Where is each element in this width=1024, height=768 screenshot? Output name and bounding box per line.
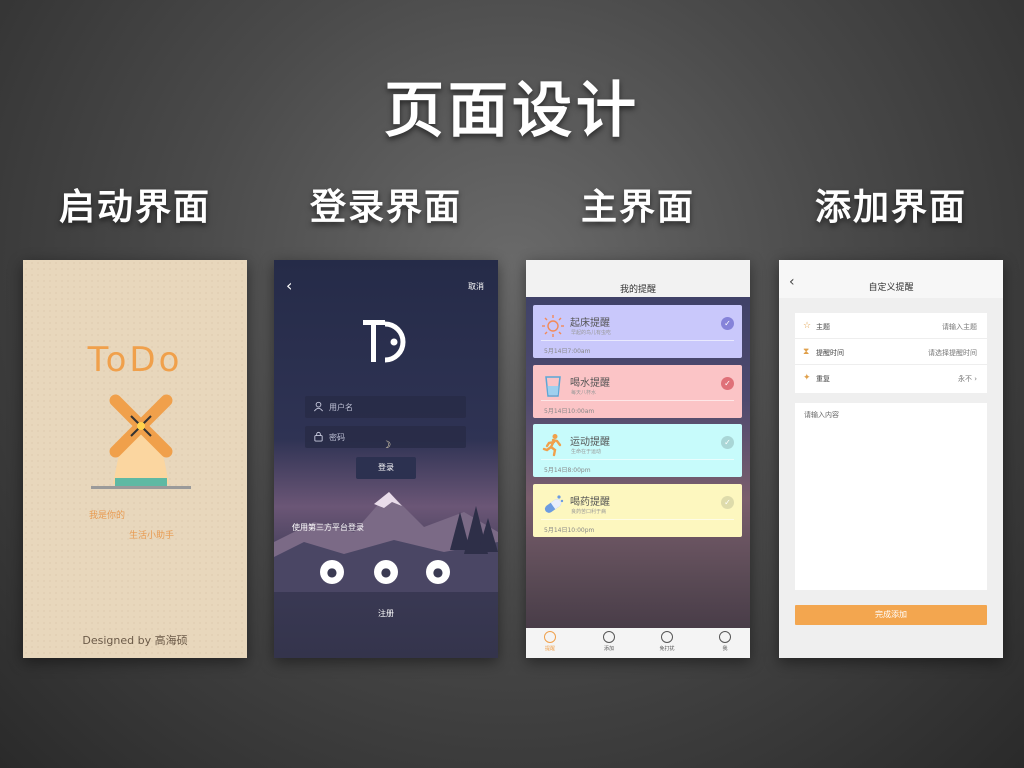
section-label-main: 主界面 <box>580 187 695 228</box>
windmill-icon <box>91 394 191 489</box>
tab-add[interactable]: 添加 <box>589 631 629 652</box>
reminder-title: 喝药提醒 <box>570 497 610 508</box>
repeat-select[interactable]: 永不 › <box>958 374 977 384</box>
section-label-login: 登录界面 <box>309 187 462 228</box>
user-icon <box>719 631 731 643</box>
password-placeholder: 密码 <box>329 433 345 442</box>
prohibited-icon <box>661 631 673 643</box>
repeat-value: 永不 <box>957 375 972 383</box>
row-label: 提醒时间 <box>816 349 844 357</box>
row-label: 主题 <box>816 323 830 331</box>
third-party-label: 使用第三方平台登录 <box>292 523 364 532</box>
lock-icon <box>314 431 323 442</box>
add-header-title: 自定义提醒 <box>868 283 914 293</box>
reminder-time: 5月14日10:00pm <box>544 527 595 534</box>
register-link[interactable]: 注册 <box>274 608 498 619</box>
tab-do-not-disturb[interactable]: 免打扰 <box>647 631 687 652</box>
divider <box>541 400 734 401</box>
chevron-right-icon: › <box>974 375 977 383</box>
app-logo: ToDo <box>87 340 183 380</box>
user-icon <box>314 401 323 412</box>
runner-icon <box>542 434 562 457</box>
star-icon: ☆ <box>803 321 812 331</box>
repeat-row[interactable]: ✦ 重复 永不 › <box>795 365 987 391</box>
moon-icon: ☽ <box>382 440 391 451</box>
slogan-line2: 生活小助手 <box>129 531 175 541</box>
divider <box>541 340 734 341</box>
topic-row[interactable]: ☆ 主题 请输入主题 <box>795 313 987 339</box>
hourglass-icon: ⧗ <box>803 347 810 357</box>
row-label: 重复 <box>816 375 830 383</box>
reminder-card[interactable]: 起床提醒 早起的鸟儿有虫吃 5月14日7:00am ✓ <box>533 305 742 358</box>
reminder-card[interactable]: 喝水提醒 每天八杯水 5月14日10:00am ✓ <box>533 365 742 418</box>
pill-icon <box>544 495 564 513</box>
topic-input[interactable]: 请输入主题 <box>942 322 977 332</box>
qq-icon[interactable]: ● <box>320 560 344 584</box>
tab-bar: 提醒 添加 免打扰 我 <box>526 628 750 658</box>
username-field[interactable]: 用户名 <box>305 396 466 418</box>
section-label-add: 添加界面 <box>814 187 967 228</box>
reminder-subtitle: 每天八杯水 <box>571 390 597 396</box>
tab-me[interactable]: 我 <box>705 631 745 652</box>
reminder-title: 运动提醒 <box>570 437 610 448</box>
reminder-subtitle: 良药苦口利于病 <box>571 509 607 515</box>
divider <box>541 519 734 520</box>
reminder-card[interactable]: 喝药提醒 良药苦口利于病 5月14日10:00pm ✓ <box>533 484 742 537</box>
reminder-title: 喝水提醒 <box>570 378 610 389</box>
reminder-title: 起床提醒 <box>570 318 610 329</box>
tab-label: 添加 <box>603 646 614 652</box>
time-row[interactable]: ⧗ 提醒时间 请选择提醒时间 <box>795 339 987 365</box>
clock-icon <box>544 631 556 643</box>
check-icon[interactable]: ✓ <box>721 377 734 390</box>
page-title: 页面设计 <box>384 76 640 146</box>
pencil-icon <box>603 631 615 643</box>
time-picker[interactable]: 请选择提醒时间 <box>928 348 977 358</box>
content-placeholder: 请输入内容 <box>804 411 839 419</box>
cup-icon <box>545 376 561 397</box>
login-screen: ‹ 取消 用户名 密码 ☽ 登录 使用第三方平台登录 ● ● ● 注册 <box>274 260 498 658</box>
reminder-time: 5月14日8:00pm <box>544 467 591 474</box>
wechat-icon[interactable]: ● <box>374 560 398 584</box>
cancel-button[interactable]: 取消 <box>468 281 484 292</box>
tab-label: 提醒 <box>544 646 555 652</box>
reminder-form: ☆ 主题 请输入主题 ⧗ 提醒时间 请选择提醒时间 ✦ 重复 永不 › <box>795 313 987 393</box>
reminder-time: 5月14日10:00am <box>544 408 595 415</box>
tag-icon: ✦ <box>803 373 811 383</box>
sun-icon <box>542 315 564 337</box>
back-chevron-icon[interactable]: ‹ <box>286 276 292 295</box>
weibo-icon[interactable]: ● <box>426 560 450 584</box>
username-placeholder: 用户名 <box>329 403 353 412</box>
submit-button[interactable]: 完成添加 <box>795 605 987 625</box>
tab-label: 我 <box>722 646 728 652</box>
section-label-splash: 启动界面 <box>58 187 211 228</box>
tab-reminders[interactable]: 提醒 <box>530 631 570 652</box>
reminder-time: 5月14日7:00am <box>544 348 591 355</box>
check-icon[interactable]: ✓ <box>721 496 734 509</box>
splash-screen: ToDo 我是你的 生活小助手 Designed by 高海硕 <box>23 260 247 658</box>
td-logo-icon <box>363 320 406 363</box>
reminder-subtitle: 早起的鸟儿有虫吃 <box>571 330 612 336</box>
main-header: 我的提醒 <box>526 260 750 297</box>
main-header-title: 我的提醒 <box>619 285 656 295</box>
slogan-line1: 我是你的 <box>89 511 126 521</box>
reminder-card[interactable]: 运动提醒 生命在于运动 5月14日8:00pm ✓ <box>533 424 742 477</box>
add-header: ‹ 自定义提醒 <box>779 260 1003 298</box>
divider <box>541 459 734 460</box>
designer-credit: Designed by 高海硕 <box>82 634 188 647</box>
add-screen: ‹ 自定义提醒 ☆ 主题 请输入主题 ⧗ 提醒时间 请选择提醒时间 ✦ 重复 永… <box>779 260 1003 658</box>
reminder-subtitle: 生命在于运动 <box>571 449 602 455</box>
tab-label: 免打扰 <box>659 646 675 652</box>
content-textarea[interactable]: 请输入内容 <box>795 403 987 590</box>
check-icon[interactable]: ✓ <box>721 317 734 330</box>
main-screen: 我的提醒 起床提醒 早起的鸟儿有虫吃 5月14日7:00am ✓ 喝水提醒 每天… <box>526 260 750 658</box>
check-icon[interactable]: ✓ <box>721 436 734 449</box>
